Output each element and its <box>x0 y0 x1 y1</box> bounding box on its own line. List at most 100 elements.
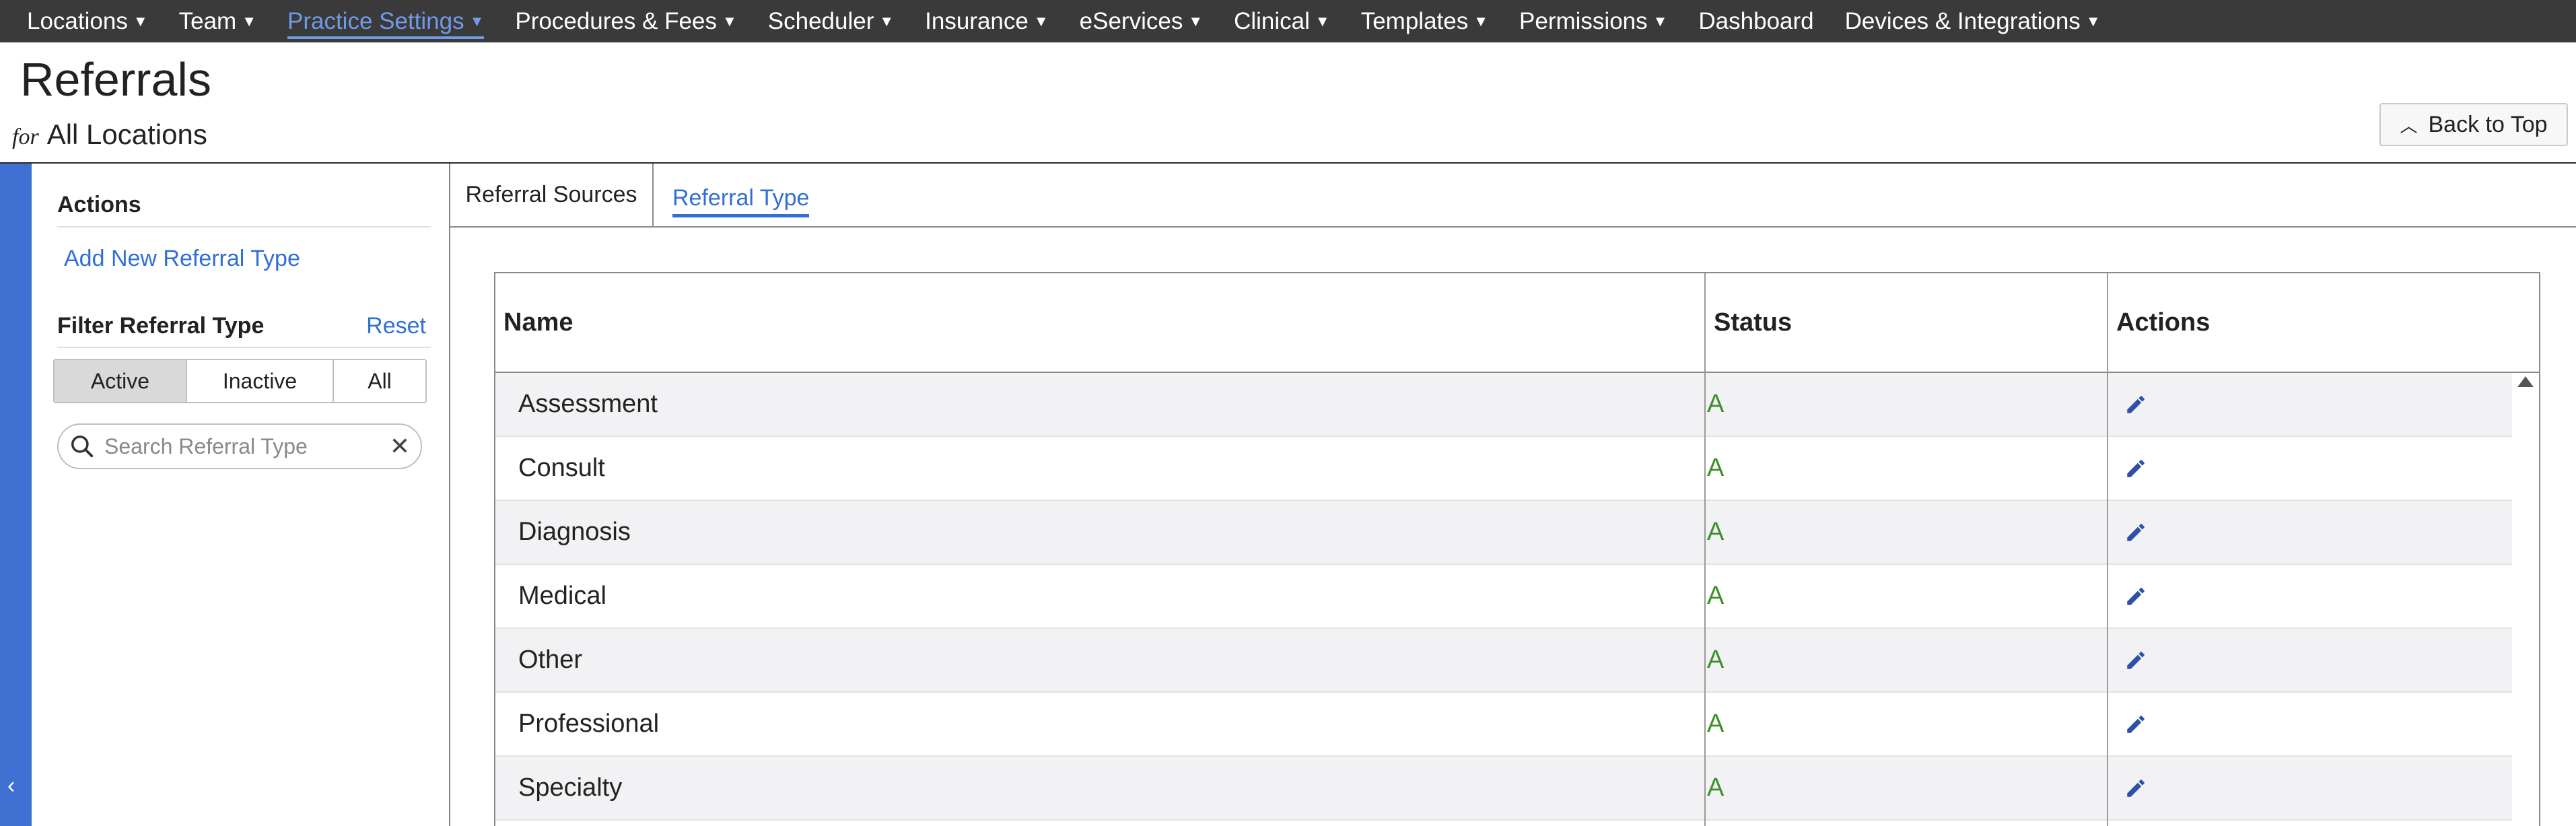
column-divider <box>1704 273 1706 826</box>
table-row: Professional A <box>495 693 2512 757</box>
status-column-header[interactable]: Status <box>1706 273 1792 372</box>
filter-active-button[interactable]: Active <box>55 360 187 402</box>
left-panel: Actions Add New Referral Type Filter Ref… <box>32 164 450 826</box>
row-name: Consult <box>518 454 605 482</box>
table-row: Specialty A <box>495 757 2512 821</box>
caret-down-icon: ▼ <box>1033 12 1049 30</box>
table-header: Name Status Actions <box>495 273 2539 373</box>
status-filter-toggle: Active Inactive All <box>53 359 427 403</box>
caret-down-icon: ▼ <box>1473 12 1489 30</box>
edit-icon[interactable] <box>2124 501 2147 563</box>
tab-referral-type[interactable]: Referral Type <box>672 164 810 226</box>
nav-item-label: Insurance <box>925 7 1029 34</box>
nav-item-locations[interactable]: Locations ▼ <box>27 8 148 35</box>
scroll-up-arrow[interactable] <box>2517 376 2534 387</box>
row-status: A <box>1707 390 1725 418</box>
tab-referral-type-label: Referral Type <box>672 185 810 217</box>
location-name: All Locations <box>46 118 207 150</box>
nav-item-label: Permissions <box>1519 7 1648 34</box>
search-input[interactable] <box>103 433 390 460</box>
nav-item-label: Team <box>178 7 237 34</box>
caret-down-icon: ▼ <box>1188 12 1204 30</box>
row-name: Specialty <box>518 773 623 802</box>
actions-divider <box>57 226 431 228</box>
name-column-header[interactable]: Name <box>495 273 573 372</box>
row-name: Diagnosis <box>518 518 631 546</box>
caret-down-icon: ▼ <box>722 12 737 30</box>
caret-down-icon: ▼ <box>1652 12 1668 30</box>
nav-item-label: Devices & Integrations <box>1844 7 2081 34</box>
table-row: Assessment A <box>495 373 2512 437</box>
caret-down-icon: ▼ <box>2085 12 2101 30</box>
add-referral-type-link[interactable]: Add New Referral Type <box>64 246 300 272</box>
row-status: A <box>1707 582 1725 610</box>
referral-type-table: Name Status Actions Assessment A Consult A D… <box>494 272 2540 826</box>
nav-item-label: Scheduler <box>767 7 874 34</box>
nav-item-label: Clinical <box>1234 7 1310 34</box>
nav-item-devices-integrations[interactable]: Devices & Integrations ▼ <box>1845 8 2101 35</box>
filter-inactive-button[interactable]: Inactive <box>187 360 334 402</box>
filter-all-button[interactable]: All <box>334 360 425 402</box>
location-subtitle: for All Locations <box>12 118 207 151</box>
nav-item-eservices[interactable]: eServices ▼ <box>1080 8 1203 35</box>
filter-heading: Filter Referral Type <box>57 313 265 339</box>
nav-item-templates[interactable]: Templates ▼ <box>1361 8 1488 35</box>
tab-referral-sources[interactable]: Referral Sources <box>450 164 654 226</box>
edit-icon[interactable] <box>2124 565 2147 627</box>
tab-bar: Referral Sources Referral Type <box>450 164 2576 228</box>
caret-down-icon: ▼ <box>133 12 148 30</box>
row-name: Professional <box>518 710 660 738</box>
table-row: Diagnosis A <box>495 501 2512 565</box>
edit-icon[interactable] <box>2124 437 2147 500</box>
filter-divider <box>57 347 431 348</box>
collapse-panel-rail[interactable]: ‹ <box>0 164 32 826</box>
nav-item-scheduler[interactable]: Scheduler ▼ <box>768 8 894 35</box>
row-status: A <box>1707 454 1725 482</box>
caret-down-icon: ▼ <box>1315 12 1330 30</box>
edit-icon[interactable] <box>2124 629 2147 691</box>
search-box: ✕ <box>57 423 422 469</box>
nav-item-label: eServices <box>1079 7 1183 34</box>
row-status: A <box>1707 710 1725 738</box>
nav-item-dashboard[interactable]: Dashboard <box>1698 8 1813 35</box>
actions-heading: Actions <box>57 192 141 217</box>
nav-item-procedures-fees[interactable]: Procedures & Fees ▼ <box>515 8 736 35</box>
nav-item-clinical[interactable]: Clinical ▼ <box>1234 8 1330 35</box>
back-to-top-button[interactable]: ︿ Back to Top <box>2379 103 2568 146</box>
nav-item-insurance[interactable]: Insurance ▼ <box>925 8 1049 35</box>
chevron-up-icon: ︿ <box>2400 115 2418 136</box>
nav-item-label: Practice Settings <box>287 7 464 34</box>
nav-item-label: Dashboard <box>1698 7 1814 34</box>
edit-icon[interactable] <box>2124 693 2147 755</box>
edit-icon[interactable] <box>2124 373 2147 436</box>
search-icon <box>71 436 94 458</box>
top-navigation: Locations ▼ Team ▼ Practice Settings ▼ Procedu… <box>0 0 2576 42</box>
row-status: A <box>1707 518 1725 546</box>
nav-item-team[interactable]: Team ▼ <box>179 8 256 35</box>
row-name: Assessment <box>518 390 658 418</box>
table-row: Medical A <box>495 565 2512 629</box>
row-status: A <box>1707 773 1725 802</box>
table-row: Other A <box>495 629 2512 693</box>
for-label: for <box>12 125 39 149</box>
row-name: Other <box>518 646 583 674</box>
nav-item-label: Templates <box>1360 7 1469 34</box>
back-to-top-label: Back to Top <box>2428 111 2548 137</box>
actions-column-header: Actions <box>2116 308 2211 337</box>
caret-down-icon: ▼ <box>469 12 485 30</box>
clear-search-icon[interactable]: ✕ <box>390 432 410 460</box>
caret-down-icon: ▼ <box>879 12 895 30</box>
nav-item-practice-settings[interactable]: Practice Settings ▼ <box>287 7 485 39</box>
table-row: Consult A <box>495 437 2512 501</box>
nav-item-label: Procedures & Fees <box>515 7 717 34</box>
caret-down-icon: ▼ <box>242 12 256 30</box>
nav-item-label: Locations <box>27 7 128 34</box>
row-name: Medical <box>518 582 606 610</box>
reset-link[interactable]: Reset <box>366 313 426 339</box>
row-status: A <box>1707 646 1725 674</box>
page-title: Referrals <box>20 53 211 106</box>
edit-icon[interactable] <box>2124 757 2147 819</box>
column-divider <box>2107 273 2108 826</box>
nav-item-permissions[interactable]: Permissions ▼ <box>1519 8 1667 35</box>
chevron-left-icon[interactable]: ‹ <box>7 773 15 799</box>
